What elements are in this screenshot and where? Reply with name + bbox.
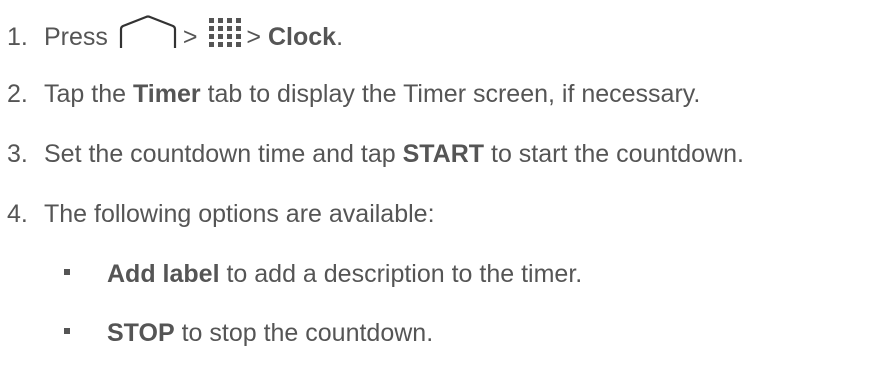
step-1: 1. Press > > Clock.	[0, 15, 344, 59]
option-add-label: Add label to add a description to the ti…	[0, 259, 582, 289]
step-text: tab to display the Timer screen, if nece…	[207, 80, 701, 108]
apps-icon	[208, 17, 242, 54]
step-number: 2.	[7, 80, 28, 108]
instructions-document: 1. Press > > Clock. 2. Tap the Timer tab t…	[0, 0, 884, 375]
step-number: 3.	[7, 140, 28, 168]
start-label: START	[402, 140, 485, 168]
step-3: 3. Set the countdown time and tap START t…	[0, 139, 744, 169]
step-number: 1.	[7, 23, 28, 52]
step-2: 2. Tap the Timer tab to display the Timer…	[0, 79, 700, 109]
clock-label: Clock	[267, 23, 337, 52]
option-text: to add a description to the timer.	[226, 260, 583, 288]
step-text: to start the countdown.	[491, 140, 744, 168]
option-text: to stop the countdown.	[181, 319, 434, 347]
period: .	[336, 23, 344, 52]
separator: >	[182, 23, 198, 52]
option-stop: STOP to stop the countdown.	[0, 318, 433, 348]
option-name: STOP	[107, 319, 175, 347]
step-text: Set the countdown time and tap	[44, 140, 396, 168]
step-text: The following options are available:	[44, 200, 435, 228]
step-text: Tap the	[44, 80, 127, 108]
step-text: Press	[44, 23, 108, 52]
option-name: Add label	[107, 260, 220, 288]
timer-label: Timer	[132, 80, 201, 108]
separator: >	[246, 23, 262, 52]
step-number: 4.	[7, 200, 28, 228]
bullet-icon	[64, 328, 70, 335]
step-4: 4. The following options are available:	[0, 199, 435, 229]
bullet-icon	[64, 269, 70, 276]
home-icon	[119, 15, 177, 56]
